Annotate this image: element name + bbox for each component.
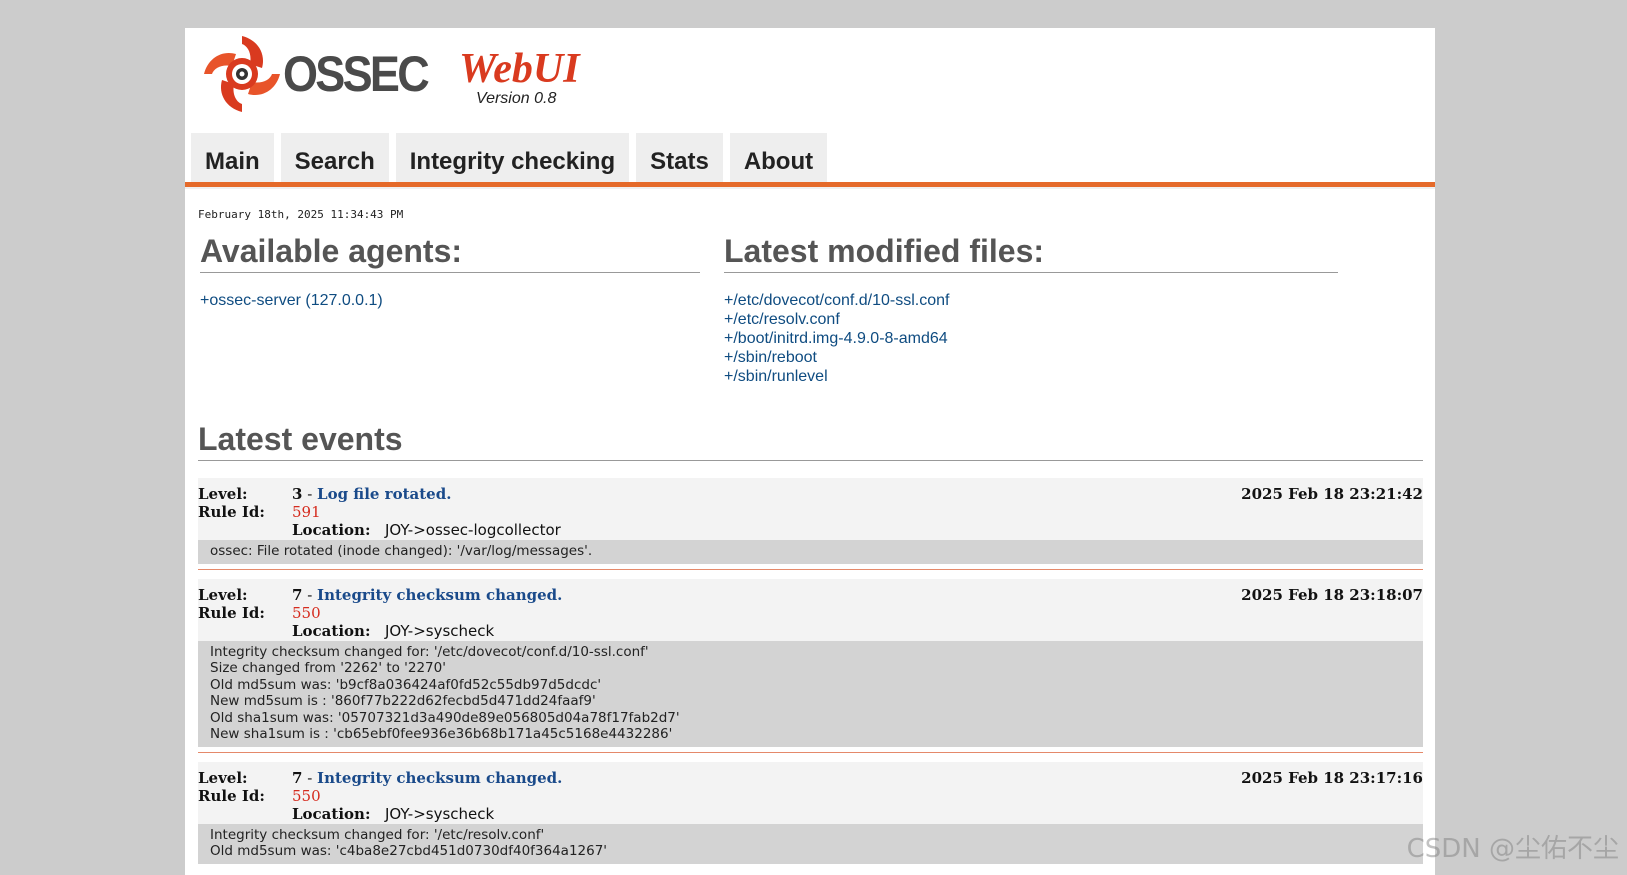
- event-entry: Level: 7 - Integrity checksum changed. R…: [198, 761, 1423, 864]
- event-level: 7 - Integrity checksum changed.: [292, 768, 563, 787]
- detail-line: Integrity checksum changed for: '/etc/do…: [210, 643, 649, 660]
- location-value: JOY->ossec-logcollector: [385, 521, 561, 539]
- event-details: Integrity checksum changed for: '/etc/re…: [198, 823, 1423, 864]
- event-header: Level: 3 - Log file rotated. Rule Id: 59…: [198, 478, 1423, 540]
- ossec-logo[interactable]: OSSEC WebUI Version 0.8: [201, 31, 601, 121]
- page: OSSEC WebUI Version 0.8 Main Search Inte…: [185, 28, 1435, 875]
- agent-link[interactable]: +ossec-server (127.0.0.1): [200, 291, 383, 310]
- event-separator: [198, 568, 1423, 570]
- location-value: JOY->syscheck: [385, 804, 495, 823]
- rule-id-label: Rule Id:: [198, 503, 265, 521]
- rule-id-link[interactable]: 550: [292, 787, 321, 805]
- ossec-swirl-icon: [204, 36, 280, 112]
- detail-line: Integrity checksum changed for: '/etc/re…: [210, 826, 545, 843]
- level-value: 7: [292, 585, 303, 604]
- agents-list: +ossec-server (127.0.0.1): [200, 291, 383, 310]
- file-link[interactable]: +/etc/resolv.conf: [724, 310, 949, 329]
- event-timestamp: 2025 Feb 18 23:17:16: [1241, 768, 1423, 787]
- main-nav: Main Search Integrity checking Stats Abo…: [191, 133, 828, 186]
- event-timestamp: 2025 Feb 18 23:18:07: [1241, 585, 1423, 604]
- event-level: 7 - Integrity checksum changed.: [292, 585, 563, 604]
- logo-script: WebUI: [459, 46, 580, 92]
- agents-heading: Available agents:: [200, 233, 700, 273]
- event-entry: Level: 7 - Integrity checksum changed. R…: [198, 578, 1423, 753]
- events-list: Level: 3 - Log file rotated. Rule Id: 59…: [198, 478, 1423, 864]
- level-label: Level:: [198, 585, 248, 604]
- current-datetime: February 18th, 2025 11:34:43 PM: [198, 208, 404, 221]
- event-details: Integrity checksum changed for: '/etc/do…: [198, 640, 1423, 747]
- level-value: 7: [292, 768, 303, 787]
- tab-stats[interactable]: Stats: [636, 133, 723, 186]
- event-description-link[interactable]: Log file rotated.: [317, 485, 451, 503]
- event-details: ossec: File rotated (inode changed): '/v…: [198, 540, 1423, 564]
- file-link[interactable]: +/sbin/runlevel: [724, 367, 949, 386]
- event-header: Level: 7 - Integrity checksum changed. R…: [198, 761, 1423, 824]
- level-label: Level:: [198, 768, 248, 787]
- event-description-link[interactable]: Integrity checksum changed.: [317, 586, 562, 604]
- rule-id-link[interactable]: 591: [292, 503, 321, 521]
- rule-id-label: Rule Id:: [198, 603, 265, 622]
- tab-main[interactable]: Main: [191, 133, 274, 186]
- event-entry: Level: 3 - Log file rotated. Rule Id: 59…: [198, 478, 1423, 570]
- location-value: JOY->syscheck: [385, 621, 495, 640]
- location-label: Location:: [292, 521, 371, 539]
- detail-line: ossec: File rotated (inode changed): '/v…: [210, 543, 593, 559]
- detail-line: New md5sum is : '860f77b222d62fecbd5d471…: [210, 693, 596, 709]
- detail-line: Old sha1sum was: '05707321d3a490de89e056…: [210, 709, 680, 726]
- tab-about[interactable]: About: [729, 133, 828, 186]
- detail-line: Old md5sum was: 'c4ba8e27cbd451d0730df40…: [210, 843, 608, 859]
- location-label: Location:: [292, 621, 371, 640]
- rule-id-label: Rule Id:: [198, 786, 265, 805]
- event-level: 3 - Log file rotated.: [292, 485, 452, 503]
- detail-line: New sha1sum is : 'cb65ebf0fee936e36b68b1…: [210, 726, 673, 742]
- event-separator: [198, 751, 1423, 753]
- event-timestamp: 2025 Feb 18 23:21:42: [1241, 485, 1423, 503]
- nav-divider: [185, 187, 1435, 189]
- detail-line: Old md5sum was: 'b9cf8a036424af0fd52c55d…: [210, 676, 602, 693]
- event-header: Level: 7 - Integrity checksum changed. R…: [198, 578, 1423, 641]
- tab-integrity-checking[interactable]: Integrity checking: [395, 133, 630, 186]
- modified-files-list: +/etc/dovecot/conf.d/10-ssl.conf +/etc/r…: [724, 291, 949, 386]
- level-value: 3: [292, 485, 303, 503]
- file-link[interactable]: +/etc/dovecot/conf.d/10-ssl.conf: [724, 291, 949, 310]
- file-link[interactable]: +/boot/initrd.img-4.9.0-8-amd64: [724, 329, 949, 348]
- watermark: CSDN @尘佑不尘: [1406, 834, 1619, 864]
- tab-search[interactable]: Search: [280, 133, 389, 186]
- file-link[interactable]: +/sbin/reboot: [724, 348, 949, 367]
- level-label: Level:: [198, 485, 248, 503]
- location-label: Location:: [292, 804, 371, 823]
- latest-events-heading: Latest events: [198, 421, 1423, 461]
- rule-id-link[interactable]: 550: [292, 604, 321, 622]
- modified-files-heading: Latest modified files:: [724, 233, 1338, 273]
- event-description-link[interactable]: Integrity checksum changed.: [317, 769, 562, 787]
- logo-wordmark: OSSEC: [283, 46, 430, 102]
- detail-line: Size changed from '2262' to '2270': [210, 660, 446, 676]
- version-label: Version 0.8: [476, 90, 557, 107]
- header: OSSEC WebUI Version 0.8: [185, 28, 1435, 132]
